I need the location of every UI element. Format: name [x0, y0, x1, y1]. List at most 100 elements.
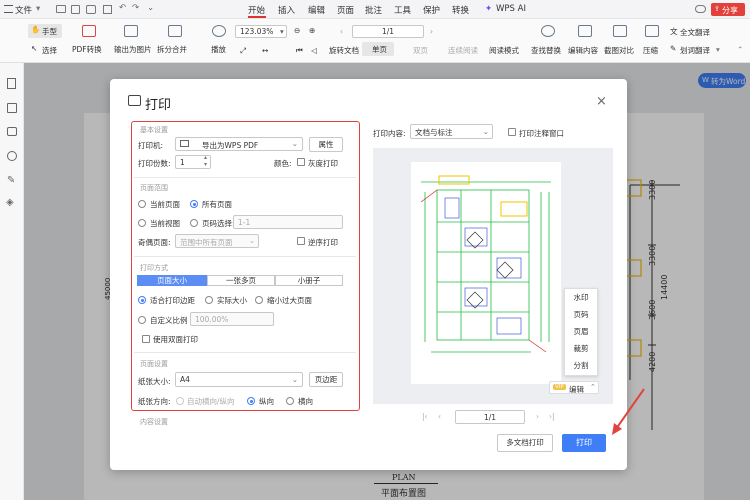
export-image-button[interactable]: 输出为图片 [114, 44, 152, 55]
first-page-icon[interactable]: ⏮ [296, 46, 303, 56]
page-input[interactable]: 1/1 [352, 25, 424, 38]
attachment-icon[interactable] [7, 151, 17, 161]
current-view-radio[interactable] [138, 219, 146, 227]
last-page-icon[interactable]: ›| [549, 412, 555, 421]
crop-menu-item[interactable]: 裁剪 [565, 340, 597, 357]
mode-tab-booklet[interactable]: 小册子 [275, 275, 343, 286]
header-menu-item[interactable]: 页眉 [565, 323, 597, 340]
zoom-dropdown-icon[interactable]: ▾ [280, 27, 284, 36]
actual-size-radio[interactable] [205, 296, 213, 304]
print-icon[interactable] [86, 5, 96, 14]
shrink-large-radio[interactable] [255, 296, 263, 304]
redo-icon[interactable]: ↷ [132, 3, 139, 13]
edit-content-button[interactable]: 编辑内容 [568, 45, 598, 56]
compress-icon[interactable] [645, 25, 659, 37]
export-icon[interactable] [103, 5, 112, 14]
close-icon[interactable]: × [596, 94, 607, 109]
comment-icon[interactable] [7, 127, 17, 136]
image-icon[interactable] [124, 25, 138, 37]
tab-wps-ai[interactable]: WPS AI [496, 4, 526, 14]
page-number-menu-item[interactable]: 页码 [565, 306, 597, 323]
pdf-convert-button[interactable]: PDF转换 [72, 44, 102, 55]
scale-input[interactable]: 100.00% [190, 312, 274, 326]
split-merge-icon[interactable] [168, 25, 182, 37]
annotation-window-checkbox[interactable] [508, 128, 516, 136]
search-icon[interactable] [541, 25, 555, 37]
compress-button[interactable]: 压缩 [643, 45, 658, 56]
split-menu-item[interactable]: 分割 [565, 357, 597, 374]
print-content-select[interactable]: 文档与标注 ⌄ [410, 124, 493, 139]
zoom-in-icon[interactable]: ⊕ [309, 26, 315, 35]
fit-margin-radio[interactable] [138, 296, 146, 304]
share-button[interactable]: 分享 ⇪ [711, 3, 745, 16]
tab-home[interactable]: 开始 [248, 4, 265, 16]
more-icon[interactable]: ⌄ [147, 3, 154, 13]
auto-orientation-radio[interactable] [176, 397, 184, 405]
find-replace-button[interactable]: 查找替换 [531, 45, 561, 56]
single-page-button[interactable]: 单页 [362, 42, 394, 56]
save-icon[interactable] [71, 5, 80, 14]
preview-edit-button[interactable]: VIP 编辑 ⌃ [549, 381, 599, 394]
margin-button[interactable]: 页边距 [309, 372, 343, 387]
folder-icon[interactable] [56, 5, 66, 13]
rotate-doc-button[interactable]: 旋转文档 [329, 45, 359, 56]
layers-icon[interactable]: ◈ [6, 197, 14, 208]
mode-tab-multi-page[interactable]: 一张多页 [207, 275, 275, 286]
menu-icon[interactable] [4, 5, 13, 13]
read-mode-button[interactable]: 阅读模式 [489, 45, 519, 56]
play-button[interactable]: 播放 [211, 44, 226, 55]
tab-convert[interactable]: 转换 [452, 4, 469, 16]
undo-icon[interactable]: ↶ [119, 3, 126, 13]
tab-edit[interactable]: 编辑 [308, 4, 325, 16]
first-page-icon[interactable]: |‹ [422, 412, 428, 421]
screenshot-compare-button[interactable]: 截图对比 [604, 45, 634, 56]
all-pages-radio[interactable] [190, 200, 198, 208]
split-merge-button[interactable]: 拆分合并 [157, 44, 187, 55]
tab-annotate[interactable]: 批注 [365, 4, 382, 16]
chevron-down-icon[interactable]: ▾ [36, 4, 40, 14]
fit-icon[interactable]: ⤢ [240, 46, 246, 56]
current-page-radio[interactable] [138, 200, 146, 208]
portrait-radio[interactable] [247, 397, 255, 405]
reverse-checkbox[interactable] [297, 237, 305, 245]
thumbnail-icon[interactable] [7, 103, 17, 113]
full-translate-button[interactable]: 全文翻译 [680, 27, 710, 38]
printer-select[interactable]: 导出为WPS PDF ⌄ [175, 137, 303, 151]
play-icon[interactable] [212, 25, 226, 37]
fit-width-icon[interactable]: ↔ [262, 46, 268, 55]
cloud-icon[interactable] [695, 5, 706, 13]
tab-insert[interactable]: 插入 [278, 4, 295, 16]
tab-tools[interactable]: 工具 [394, 4, 411, 16]
custom-scale-radio[interactable] [138, 316, 146, 324]
grayscale-checkbox[interactable] [297, 158, 305, 166]
edit-content-icon[interactable] [578, 25, 592, 37]
mode-tab-page-size[interactable]: 页面大小 [137, 275, 207, 286]
paper-size-select[interactable]: A4 ⌄ [175, 372, 303, 387]
landscape-radio[interactable] [286, 397, 294, 405]
zoom-out-icon[interactable]: ⊖ [294, 26, 300, 35]
copies-stepper-icon[interactable]: ▴ ▾ [204, 154, 207, 168]
print-button[interactable]: 打印 [562, 434, 606, 452]
watermark-menu-item[interactable]: 水印 [565, 289, 597, 306]
page-select-input[interactable]: 1-1 [233, 215, 343, 229]
continuous-read-button[interactable]: 连续阅读 [448, 45, 478, 56]
hand-tool-button[interactable]: ✋ 手型 [28, 24, 62, 38]
prev-arrow-icon[interactable]: ‹ [340, 27, 343, 36]
tab-page[interactable]: 页面 [337, 4, 354, 16]
prev-page-icon[interactable]: ◁ [311, 46, 317, 55]
page-select-radio[interactable] [190, 219, 198, 227]
chevron-down-icon[interactable]: ▾ [716, 45, 720, 54]
bookmark-icon[interactable] [7, 78, 16, 89]
odd-even-select[interactable]: 范围中所有页面 ⌄ [175, 234, 259, 248]
select-tool-button[interactable]: ↖ 选择 [28, 43, 62, 57]
next-arrow-icon[interactable]: › [430, 27, 433, 36]
more-tools-icon[interactable]: ⌃ [737, 45, 743, 54]
prev-page-icon[interactable]: ‹ [438, 412, 441, 421]
duplex-checkbox[interactable] [142, 335, 150, 343]
next-page-icon[interactable]: › [536, 412, 539, 421]
multi-doc-print-button[interactable]: 多文档打印 [497, 434, 553, 452]
pdf-convert-icon[interactable] [82, 25, 96, 37]
compare-icon[interactable] [613, 25, 627, 37]
signature-icon[interactable]: ✎ [7, 175, 15, 186]
word-translate-button[interactable]: 划词翻译 [680, 45, 710, 56]
